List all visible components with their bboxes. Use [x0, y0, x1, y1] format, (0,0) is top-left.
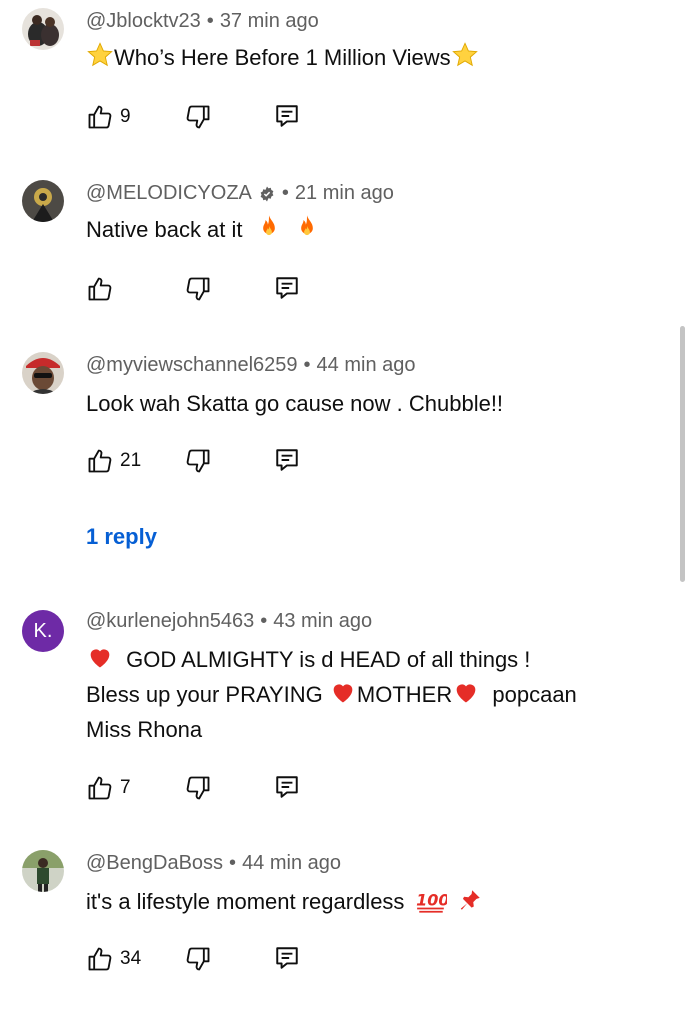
comment-text-content: Miss Rhona: [86, 717, 203, 742]
comment-meta: @kurlenejohn5463 • 43 min ago: [86, 610, 372, 633]
like-button[interactable]: 21: [86, 447, 141, 475]
star-icon: [86, 41, 114, 69]
avatar[interactable]: [22, 180, 64, 222]
dislike-button[interactable]: [184, 275, 212, 303]
comment-actions: 9: [86, 103, 386, 133]
comment-text-content: Bless up your PRAYING: [86, 682, 323, 707]
thumb-down-icon: [184, 774, 212, 802]
separator-dot: •: [260, 610, 268, 632]
heart-icon: [329, 678, 357, 706]
comment-text: it's a lifestyle moment regardless: [86, 884, 666, 919]
reply-button[interactable]: [274, 275, 300, 301]
thumb-down-icon: [184, 275, 212, 303]
avatar[interactable]: K.: [22, 610, 64, 652]
comment-text-content: popcaan: [492, 682, 577, 707]
avatar-letter: K.: [33, 619, 53, 642]
reply-button[interactable]: [274, 103, 300, 129]
author-handle[interactable]: @myviewschannel6259: [86, 354, 298, 377]
reply-icon: [274, 945, 300, 971]
avatar[interactable]: [22, 352, 64, 394]
comment-text-content: Native back at it: [86, 217, 243, 242]
separator-dot: •: [206, 10, 214, 32]
user-photo-avatar-icon: [22, 8, 64, 50]
author-handle[interactable]: @BengDaBoss: [86, 852, 223, 875]
comment-text-line: Miss Rhona: [86, 712, 666, 747]
verified-badge-icon: [258, 185, 276, 203]
like-button[interactable]: [86, 275, 120, 303]
view-replies-link[interactable]: 1 reply: [86, 524, 157, 550]
thumb-down-icon: [184, 447, 212, 475]
like-count: 21: [120, 450, 142, 471]
comment-time: 43 min ago: [273, 610, 373, 632]
thumb-down-icon: [184, 945, 212, 973]
user-photo-avatar-icon: [22, 180, 64, 222]
reply-button[interactable]: [274, 774, 300, 800]
comment-meta: @myviewschannel6259 • 44 min ago: [86, 354, 416, 377]
dislike-button[interactable]: [184, 945, 212, 973]
comment-meta: @BengDaBoss • 44 min ago: [86, 852, 341, 875]
comment-meta: @MELODICYOZA • 21 min ago: [86, 182, 394, 205]
comment-text-content: GOD ALMIGHTY is d HEAD of all things !: [126, 647, 531, 672]
dislike-button[interactable]: [184, 447, 212, 475]
thumb-up-icon: [86, 945, 114, 973]
comment-text-content: Look wah Skatta go cause now . Chubble!!: [86, 391, 504, 416]
dislike-button[interactable]: [184, 103, 212, 131]
star-icon: [451, 41, 479, 69]
comment-time: 44 min ago: [316, 354, 416, 376]
user-photo-avatar-icon: [22, 352, 64, 394]
comment-text-content: Who’s Here Before 1 Million Views: [114, 45, 451, 70]
heart-icon: [452, 678, 480, 706]
like-count: 7: [120, 777, 131, 798]
reply-icon: [274, 774, 300, 800]
separator-dot: •: [281, 182, 289, 204]
avatar[interactable]: [22, 850, 64, 892]
comment-actions: 21: [86, 447, 386, 477]
like-count: 9: [120, 106, 131, 127]
fire-icon: [255, 213, 283, 241]
dislike-button[interactable]: [184, 774, 212, 802]
pushpin-icon: [457, 887, 483, 913]
hundred-points-icon: [415, 887, 447, 913]
comment-time: 37 min ago: [219, 10, 319, 32]
reply-button[interactable]: [274, 447, 300, 473]
scrollbar[interactable]: [680, 326, 685, 582]
like-button[interactable]: 9: [86, 103, 131, 131]
comment-text-content: it's a lifestyle moment regardless: [86, 889, 405, 914]
thumb-up-icon: [86, 275, 114, 303]
reply-icon: [274, 447, 300, 473]
comment-text: GOD ALMIGHTY is d HEAD of all things ! B…: [86, 642, 666, 747]
reply-icon: [274, 103, 300, 129]
thumb-up-icon: [86, 774, 114, 802]
comment-actions: [86, 275, 386, 305]
comment-text: Who’s Here Before 1 Million Views: [86, 40, 666, 75]
fire-icon: [293, 213, 321, 241]
like-button[interactable]: 34: [86, 945, 141, 973]
comment-actions: 34: [86, 945, 386, 975]
comment-text: Native back at it: [86, 212, 666, 247]
avatar[interactable]: [22, 8, 64, 50]
like-count: 34: [120, 948, 142, 969]
author-handle[interactable]: @MELODICYOZA: [86, 182, 252, 205]
heart-icon: [86, 643, 114, 671]
reply-icon: [274, 275, 300, 301]
comment-text: Look wah Skatta go cause now . Chubble!!: [86, 386, 666, 421]
separator-dot: •: [303, 354, 311, 376]
comment-time: 44 min ago: [242, 852, 342, 874]
comment-actions: 7: [86, 774, 386, 804]
thumb-down-icon: [184, 103, 212, 131]
comment-time: 21 min ago: [294, 182, 394, 204]
author-handle[interactable]: @Jblocktv23: [86, 10, 201, 33]
thumb-up-icon: [86, 103, 114, 131]
reply-button[interactable]: [274, 945, 300, 971]
author-handle[interactable]: @kurlenejohn5463: [86, 610, 254, 633]
thumb-up-icon: [86, 447, 114, 475]
separator-dot: •: [229, 852, 237, 874]
comment-meta: @Jblocktv23 • 37 min ago: [86, 10, 319, 33]
comment-text-line: Bless up your PRAYING MOTHER popcaan: [86, 677, 666, 712]
comment-text-content: MOTHER: [356, 682, 453, 707]
comment-text-line: GOD ALMIGHTY is d HEAD of all things !: [86, 642, 666, 677]
like-button[interactable]: 7: [86, 774, 131, 802]
user-photo-avatar-icon: [22, 850, 64, 892]
